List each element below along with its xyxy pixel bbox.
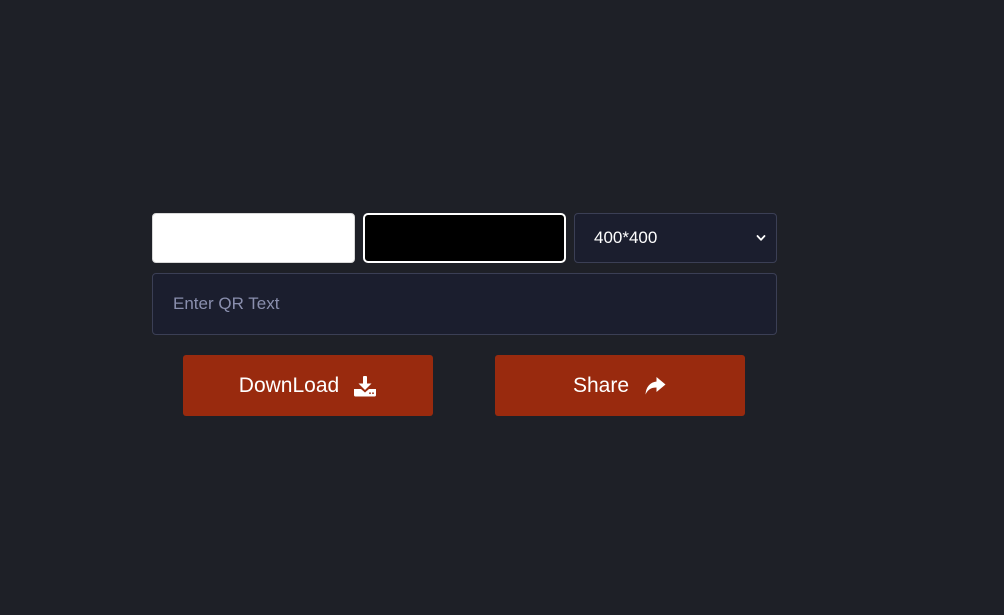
- share-button-label: Share: [572, 373, 630, 397]
- qr-size-selected-value: 400*400: [594, 228, 658, 247]
- qr-text-input[interactable]: [152, 273, 777, 335]
- download-icon: [353, 375, 377, 397]
- qr-size-select[interactable]: 400*400: [574, 213, 777, 263]
- share-button[interactable]: Share: [495, 355, 745, 416]
- action-buttons: DownLoad Share: [183, 355, 745, 416]
- qr-options-row: 400*400: [152, 213, 777, 263]
- share-icon: [643, 375, 667, 397]
- download-button-label: DownLoad: [238, 373, 340, 397]
- qr-generator-panel: 400*400: [152, 213, 777, 335]
- foreground-color-picker[interactable]: [363, 213, 566, 263]
- chevron-down-icon: [756, 235, 766, 241]
- download-button[interactable]: DownLoad: [183, 355, 433, 416]
- background-color-picker[interactable]: [152, 213, 355, 263]
